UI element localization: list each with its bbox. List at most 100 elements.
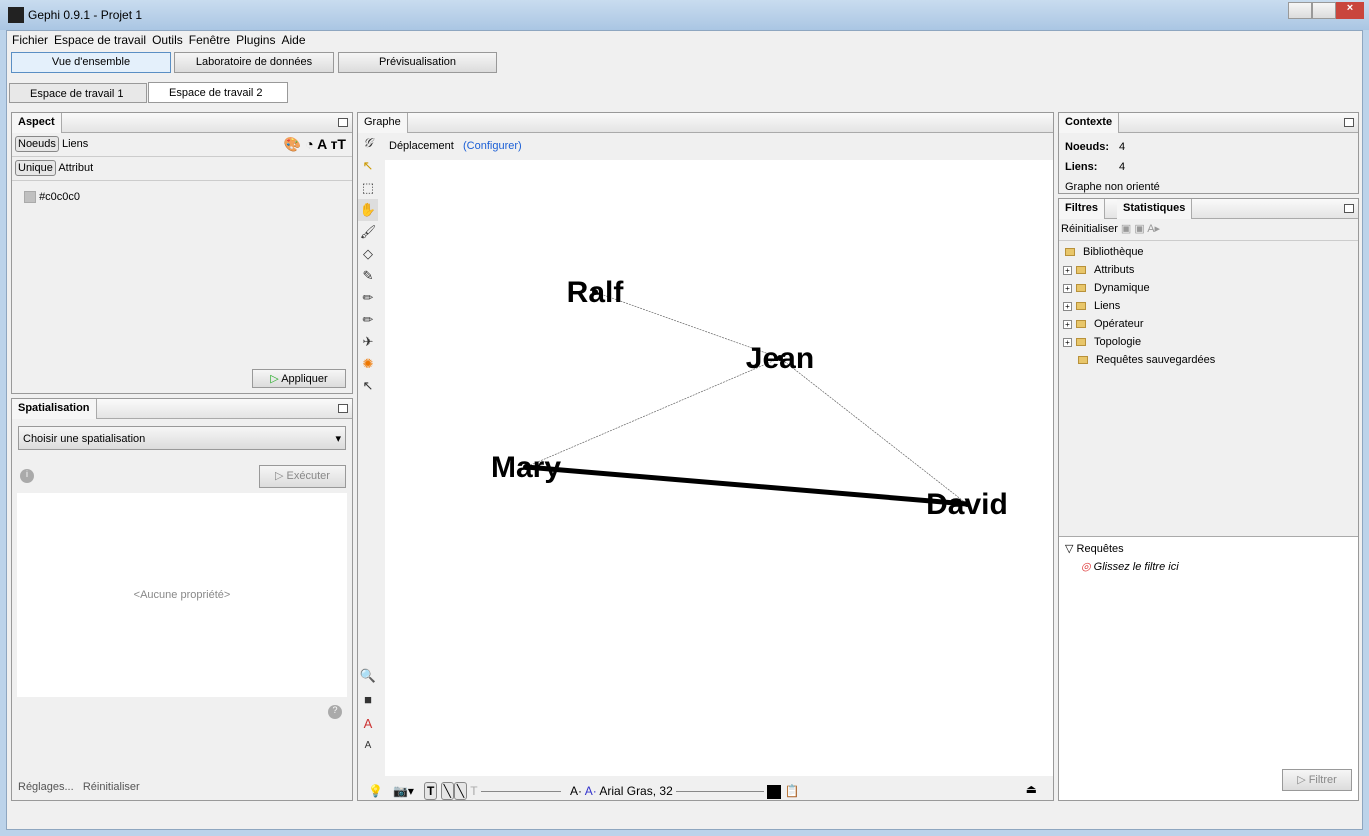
settings-icon[interactable]: 📋	[785, 784, 800, 798]
configure-link[interactable]: (Configurer)	[463, 140, 522, 152]
background-color-icon[interactable]: ■	[358, 689, 378, 711]
menu-fenetre[interactable]: Fenêtre	[189, 33, 230, 47]
tab-workspace-1[interactable]: Espace de travail 1	[9, 83, 147, 103]
label-color-icon[interactable]: A	[358, 713, 378, 735]
mode-preview-button[interactable]: Prévisualisation	[338, 52, 497, 73]
gephi-logo-icon: 𝒢	[363, 136, 373, 151]
menu-espace[interactable]: Espace de travail	[54, 33, 146, 47]
painter-icon[interactable]: ✎	[358, 265, 378, 287]
menu-fichier[interactable]: Fichier	[12, 33, 48, 47]
tree-item[interactable]: Topologie	[1094, 336, 1141, 348]
mode-data-lab-button[interactable]: Laboratoire de données	[174, 52, 334, 73]
diamond-icon[interactable]: ◇	[358, 243, 378, 265]
tab-edges[interactable]: Liens	[62, 138, 88, 150]
select-pointer-icon[interactable]: ↖	[358, 155, 378, 177]
funnel-icon: ▽	[1065, 543, 1074, 555]
screenshot-icon[interactable]: 📷▾	[393, 784, 414, 798]
tree-item[interactable]: Requêtes sauvegardées	[1096, 354, 1215, 366]
tree-item[interactable]: Dynamique	[1094, 282, 1150, 294]
queries-area: ▽ Requêtes ◎ Glissez le filtre ici ▷ Fil…	[1059, 536, 1358, 800]
window-title: Gephi 0.9.1 - Projet 1	[28, 8, 143, 22]
maximize-button[interactable]	[1312, 2, 1336, 19]
mode-overview-button[interactable]: Vue d'ensemble	[11, 52, 171, 73]
info-icon[interactable]: i	[20, 469, 34, 483]
reset-link[interactable]: Réinitialiser	[83, 781, 140, 793]
settings-link[interactable]: Réglages...	[18, 781, 74, 793]
tab-unique[interactable]: Unique	[15, 160, 56, 176]
font-icon[interactable]: A·	[570, 784, 582, 798]
close-button[interactable]: ×	[1336, 2, 1364, 19]
shortest-path-icon[interactable]: ✈	[358, 331, 378, 353]
tab-attribute[interactable]: Attribut	[58, 162, 93, 174]
text-color-swatch[interactable]	[767, 784, 782, 799]
light-icon[interactable]: 💡	[368, 784, 383, 798]
run-button[interactable]: ▷ Exécuter	[259, 465, 346, 488]
filter-button[interactable]: ▷ Filtrer	[1282, 769, 1352, 791]
minimize-icon[interactable]	[1344, 118, 1354, 127]
graph-edge[interactable]	[525, 357, 781, 468]
edit-pointer-icon[interactable]: ↖	[358, 375, 378, 397]
appearance-tools[interactable]: 🎨 ◔ A ᴛT	[284, 136, 346, 153]
bottom-toolbar: 💡 📷▾ T ╲ ╲ T A· A· Arial Gras, 32 📋 ⏏	[358, 779, 1053, 801]
pencil-icon[interactable]: ✏	[358, 287, 378, 309]
color-value: #c0c0c0	[39, 191, 81, 203]
menu-aide[interactable]: Aide	[281, 33, 305, 47]
tree-item[interactable]: Attributs	[1094, 264, 1134, 276]
minimize-icon[interactable]	[338, 404, 348, 413]
minimize-button[interactable]	[1288, 2, 1312, 19]
drop-hint: Glissez le filtre ici	[1093, 561, 1179, 573]
edge-color-icon[interactable]: ╲	[453, 782, 468, 800]
current-tool: Déplacement	[389, 140, 454, 152]
menu-bar: Fichier Espace de travail Outils Fenêtre Plu…	[12, 33, 312, 47]
filters-reset-button[interactable]: Réinitialiser	[1061, 223, 1118, 235]
node-label: Ralf	[567, 276, 625, 309]
node-label: Mary	[491, 451, 561, 484]
aspect-title: Aspect	[12, 113, 62, 133]
minimize-icon[interactable]	[338, 118, 348, 127]
graph-edge[interactable]	[779, 357, 968, 505]
graph-edge[interactable]	[525, 464, 968, 507]
tab-workspace-2[interactable]: Espace de travail 2	[148, 82, 288, 103]
tab-nodes[interactable]: Noeuds	[15, 136, 59, 152]
font-label[interactable]: Arial Gras, 32	[599, 784, 672, 798]
edge-pencil-icon[interactable]: ✏	[358, 309, 378, 331]
edge-scale-slider[interactable]	[480, 791, 561, 793]
filter-library: Bibliothèque + Attributs + Dynamique + Lien…	[1059, 241, 1358, 371]
label-text-icon: T	[470, 784, 478, 798]
font-color-icon[interactable]: A·	[585, 784, 597, 798]
color-swatch[interactable]	[24, 191, 36, 204]
graph-tab[interactable]: Graphe	[358, 113, 408, 133]
label-size-icon[interactable]: A	[358, 735, 378, 757]
aspect-panel: Aspect Noeuds Liens 🎨 ◔ A ᴛT Unique Attr…	[11, 112, 353, 394]
drag-hand-icon[interactable]: ✋	[358, 199, 378, 221]
zoom-icon[interactable]: 🔍	[358, 665, 378, 687]
size-icon: ◔	[305, 136, 314, 152]
tree-item[interactable]: Liens	[1094, 300, 1120, 312]
menu-outils[interactable]: Outils	[152, 33, 183, 47]
minimize-icon[interactable]	[1344, 204, 1354, 213]
brush-icon[interactable]: 🖌	[358, 221, 378, 243]
library-root[interactable]: Bibliothèque	[1083, 246, 1144, 258]
node-label: David	[926, 488, 1008, 521]
layout-select[interactable]: Choisir une spatialisation ▾	[18, 426, 346, 450]
graph-canvas[interactable]: Ralf Jean Mary David	[385, 160, 1053, 776]
filters-panel: Filtres Statistiques Réinitialiser ▣ ▣ A▸…	[1058, 198, 1359, 801]
color-palette-icon: 🎨	[283, 136, 302, 152]
edges-icon[interactable]: ╲	[440, 782, 454, 800]
target-icon: ◎	[1081, 561, 1091, 573]
tab-statistics[interactable]: Statistiques	[1117, 199, 1193, 219]
help-icon[interactable]: ?	[328, 705, 342, 719]
rect-select-icon[interactable]: ⬚	[358, 177, 378, 199]
heatmap-icon[interactable]: ✺	[358, 353, 378, 375]
apply-button[interactable]: ▷ Appliquer	[252, 369, 346, 388]
graph-panel: Graphe 𝒢 ↖ ⬚ ✋ 🖌 ◇ ✎ ✏ ✏ ✈ ✺ ↖ 🔍 ■ A A D…	[357, 112, 1054, 801]
context-panel: Contexte Noeuds: 4 Liens: 4 Graphe non ori…	[1058, 112, 1359, 194]
tree-item[interactable]: Opérateur	[1094, 318, 1144, 330]
show-labels-icon[interactable]: T	[423, 782, 438, 800]
expand-icon[interactable]: ⏏	[1026, 782, 1037, 796]
font-size-slider[interactable]	[676, 791, 765, 793]
menu-plugins[interactable]: Plugins	[236, 33, 275, 47]
app-window: Fichier Espace de travail Outils Fenêtre Plu…	[6, 30, 1363, 830]
title-bar: Gephi 0.9.1 - Projet 1 ×	[0, 0, 1369, 30]
tab-filters[interactable]: Filtres	[1059, 199, 1106, 219]
